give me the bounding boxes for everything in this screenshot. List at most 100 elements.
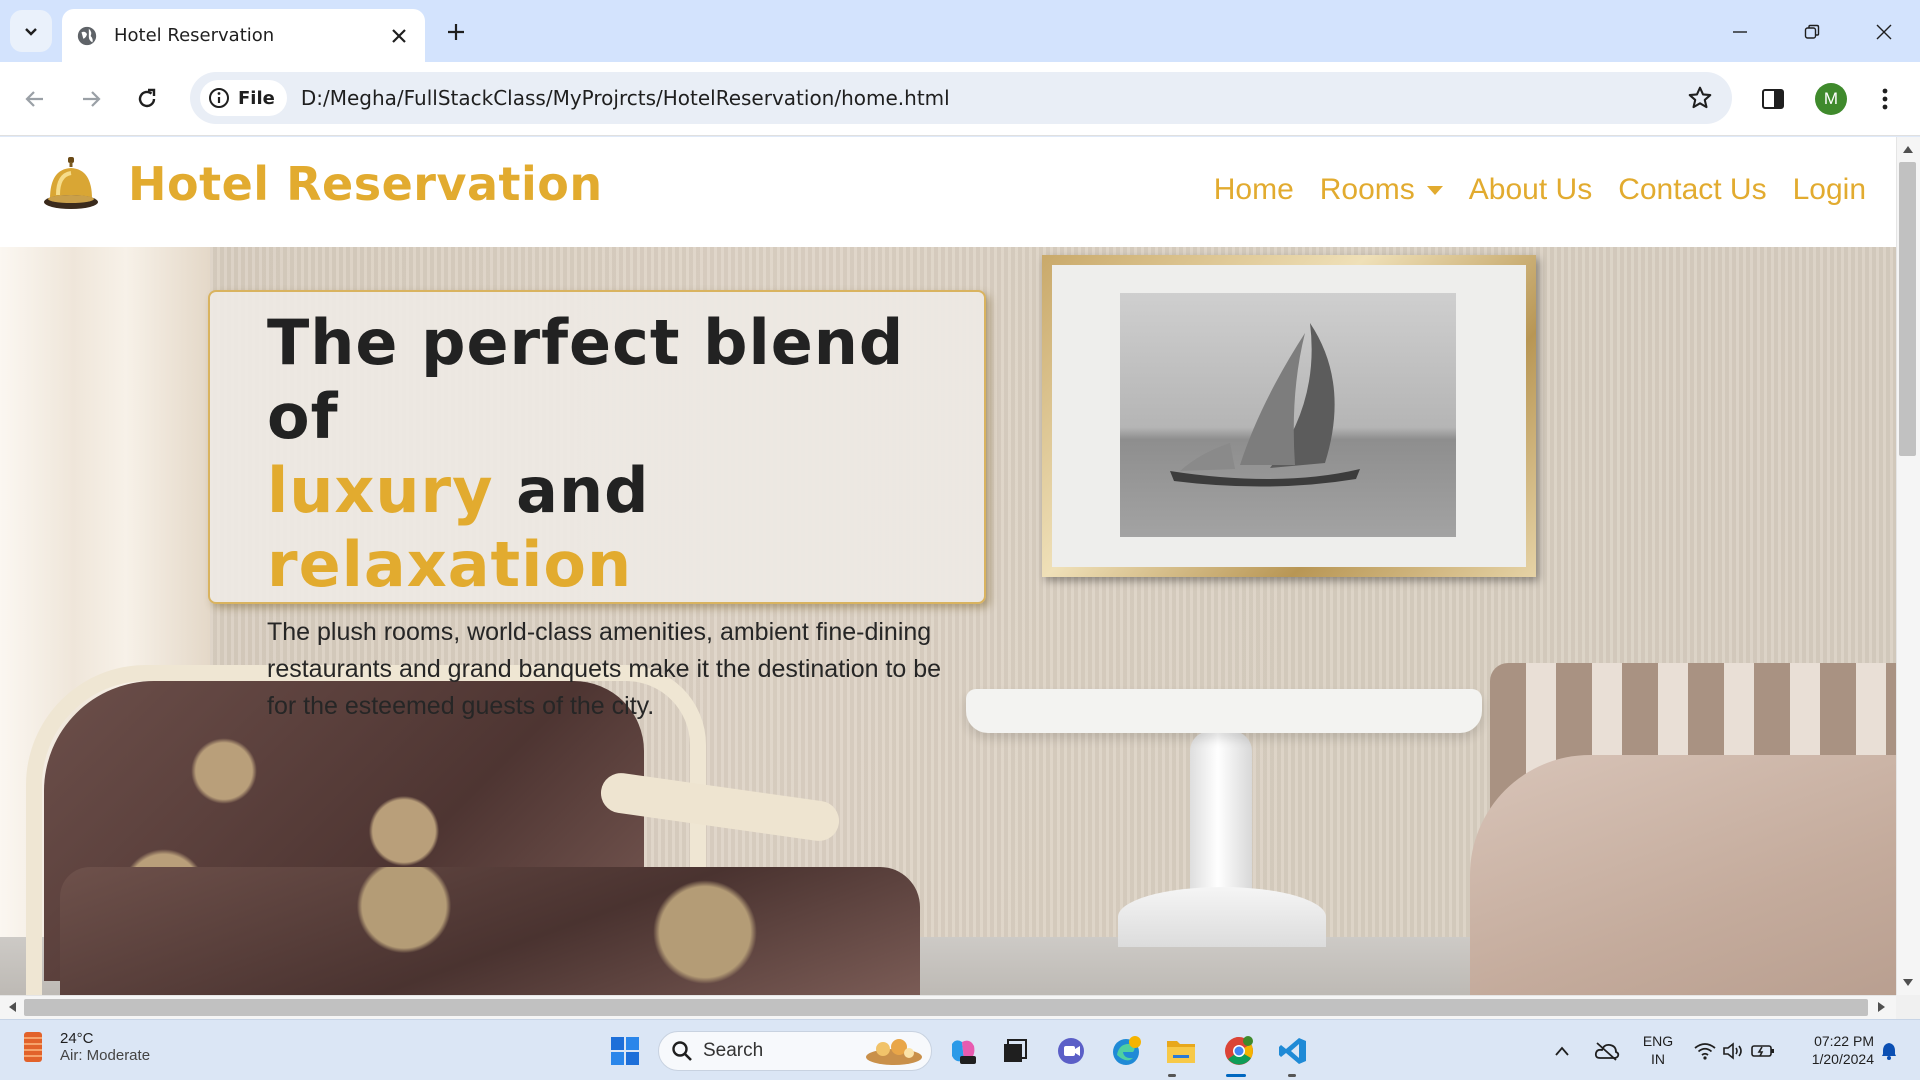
nav-about[interactable]: About Us (1469, 173, 1592, 207)
site-info-chip[interactable]: File (200, 80, 287, 116)
file-explorer-icon[interactable] (1162, 1032, 1200, 1070)
taskbar-search-label: Search (703, 1040, 764, 1061)
hero-heading-line1: The perfect blend of (267, 306, 905, 453)
hero-word-and: and (516, 454, 650, 527)
bookmark-button[interactable] (1680, 78, 1720, 118)
arrow-down-icon (1903, 979, 1913, 986)
battery-tray-icon[interactable] (1748, 1032, 1778, 1070)
minimize-button[interactable] (1720, 14, 1760, 50)
folder-icon (1167, 1041, 1195, 1063)
vertical-scroll-thumb[interactable] (1899, 162, 1916, 456)
side-table (966, 689, 1482, 733)
browser-toolbar: File D:/Megha/FullStackClass/MyProjrcts/… (0, 62, 1920, 136)
address-bar[interactable]: File D:/Megha/FullStackClass/MyProjrcts/… (190, 72, 1732, 124)
scroll-up-arrow[interactable] (1900, 141, 1916, 157)
site-navbar: Hotel Reservation Home Rooms About Us Co… (0, 137, 1896, 247)
window-close-button[interactable] (1864, 14, 1904, 50)
brand[interactable]: Hotel Reservation (42, 155, 603, 213)
battery-icon (1751, 1045, 1774, 1057)
region-code: IN (1651, 1051, 1665, 1067)
tray-overflow-button[interactable] (1550, 1032, 1574, 1070)
weather-widget[interactable]: 24°C Air: Moderate (20, 1030, 150, 1064)
horizontal-scroll-thumb[interactable] (24, 999, 1868, 1016)
windows-start-icon (611, 1037, 639, 1065)
nav-rooms-dropdown[interactable]: Rooms (1320, 173, 1443, 207)
scrollbar-corner (1896, 995, 1920, 1019)
tab-close-button[interactable] (387, 24, 411, 48)
table-stem (1190, 731, 1252, 901)
search-icon (672, 1041, 692, 1061)
vscode-app-icon[interactable] (1274, 1032, 1312, 1070)
volume-icon (1723, 1042, 1742, 1060)
info-icon (209, 88, 229, 108)
bed-pillow (1470, 755, 1896, 995)
brand-name: Hotel Reservation (128, 157, 603, 211)
back-button[interactable] (16, 80, 54, 118)
tab-search-button[interactable] (10, 10, 52, 52)
edge-app-icon[interactable] (1108, 1032, 1146, 1070)
nav-contact[interactable]: Contact Us (1618, 173, 1766, 207)
weather-temperature: 24°C (60, 1030, 94, 1047)
chrome-app-icon[interactable] (1220, 1032, 1258, 1070)
nav-rooms-label: Rooms (1319, 173, 1415, 206)
hero-word-relaxation: relaxation (267, 528, 633, 601)
language-indicator[interactable]: ENG IN (1640, 1032, 1676, 1068)
scroll-left-arrow[interactable] (4, 999, 20, 1015)
arrow-up-icon (1903, 146, 1913, 153)
scroll-right-arrow[interactable] (1874, 999, 1890, 1015)
weather-air-quality: Air: Moderate (60, 1047, 151, 1064)
browser-tab[interactable]: Hotel Reservation (62, 9, 425, 62)
network-tray-icon[interactable] (1690, 1032, 1720, 1070)
star-icon (1688, 86, 1712, 109)
explorer-running-indicator (1168, 1074, 1176, 1077)
reload-button[interactable] (128, 80, 166, 118)
menu-dots-icon (1882, 88, 1888, 110)
avatar: M (1815, 83, 1847, 115)
new-tab-button[interactable] (440, 16, 472, 48)
side-panel-icon (1762, 89, 1784, 109)
restore-button[interactable] (1792, 14, 1832, 50)
reload-icon (138, 88, 156, 108)
onedrive-tray-icon[interactable] (1592, 1032, 1622, 1070)
sailboat-picture (1170, 323, 1360, 487)
teams-app-icon[interactable] (1052, 1032, 1090, 1070)
copilot-icon (952, 1040, 976, 1064)
nav-links: Home Rooms About Us Contact Us Login (1188, 173, 1866, 207)
start-button[interactable] (606, 1032, 644, 1070)
side-panel-button[interactable] (1754, 80, 1792, 118)
tab-strip: Hotel Reservation (0, 0, 1920, 62)
task-view-icon[interactable] (996, 1032, 1034, 1070)
task-view-glyph-icon (1004, 1039, 1027, 1062)
restore-icon (1804, 24, 1820, 39)
volume-tray-icon[interactable] (1718, 1032, 1748, 1070)
profile-button[interactable]: M (1812, 80, 1850, 118)
plus-icon (448, 24, 464, 40)
notification-button[interactable] (1874, 1032, 1904, 1070)
hero-paragraph: The plush rooms, world-class amenities, … (267, 618, 942, 720)
clock-date: 1/20/2024 (1811, 1051, 1874, 1067)
teams-icon (1058, 1038, 1084, 1064)
browser-menu-button[interactable] (1866, 80, 1904, 118)
scroll-down-arrow[interactable] (1900, 975, 1916, 991)
url-text[interactable]: D:/Megha/FullStackClass/MyProjrcts/Hotel… (301, 86, 1680, 110)
wifi-icon (1694, 1043, 1716, 1060)
forward-button[interactable] (72, 80, 110, 118)
clock[interactable]: 07:22 PM 1/20/2024 (1790, 1032, 1874, 1068)
nav-login[interactable]: Login (1793, 173, 1866, 207)
clock-time: 07:22 PM (1814, 1033, 1874, 1049)
hero-heading: The perfect blend of luxury and relaxati… (267, 306, 944, 602)
chrome-icon (1225, 1036, 1253, 1065)
copilot-app-icon[interactable] (944, 1032, 982, 1070)
back-icon (25, 91, 43, 107)
hero-section: The perfect blend of luxury and relaxati… (0, 247, 1896, 995)
taskbar-search[interactable]: Search (658, 1031, 932, 1071)
weather-icon (24, 1032, 42, 1062)
table-base (1118, 887, 1326, 947)
nav-home[interactable]: Home (1214, 173, 1294, 207)
hero-word-luxury: luxury (267, 454, 494, 527)
minimize-icon (1733, 31, 1747, 33)
chevron-down-icon (1426, 185, 1443, 195)
globe-icon (77, 26, 97, 45)
chevron-up-icon (1555, 1046, 1569, 1056)
chrome-active-indicator (1226, 1074, 1246, 1077)
